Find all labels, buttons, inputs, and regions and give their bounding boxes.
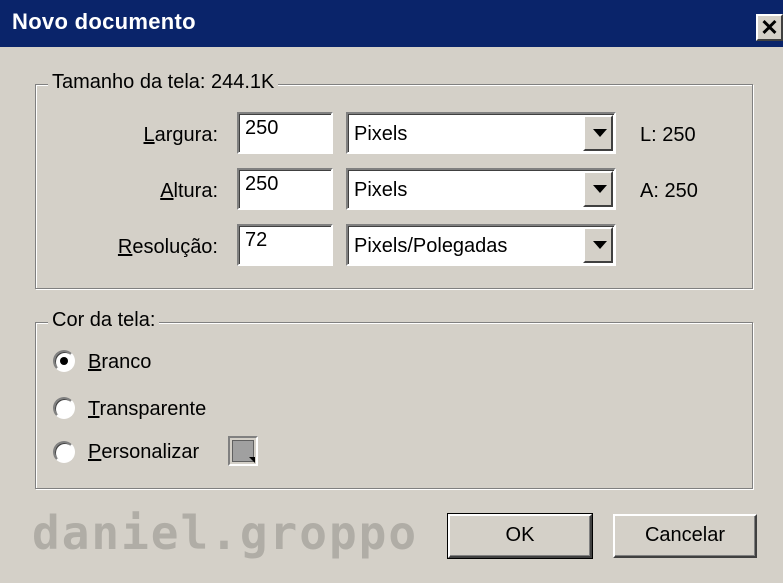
close-button[interactable]: ✕ [756,14,783,41]
ok-button[interactable]: OK [447,513,593,559]
title-bar: Novo documento ✕ [0,0,783,47]
radio-custom[interactable] [53,441,75,463]
height-input[interactable]: 250 [237,168,333,210]
resolution-label: Resolução: [117,236,218,258]
chevron-down-icon [593,185,607,193]
width-unit-value: Pixels [354,123,408,145]
color-swatch-button[interactable] [228,436,258,466]
width-info: L: 250 [640,124,696,146]
radio-white-label[interactable]: Branco [88,351,151,374]
width-label: Largura: [143,124,219,146]
chevron-down-icon [593,241,607,249]
radio-transparent-label[interactable]: Transparente [88,398,206,421]
watermark: daniel.groppo [32,506,419,560]
canvas-color-label: Cor da tela: [48,309,160,332]
height-unit-value: Pixels [354,179,408,201]
canvas-size-label: Tamanho da tela: 244.1K [48,71,279,94]
width-input[interactable]: 250 [237,112,333,154]
resolution-input[interactable]: 72 [237,224,333,266]
close-icon: ✕ [760,14,779,40]
cancel-button[interactable]: Cancelar [613,514,757,558]
radio-custom-label[interactable]: Personalizar [88,441,199,464]
resolution-unit-select[interactable]: Pixels/Polegadas [346,224,616,266]
width-unit-dropdown-button[interactable] [583,115,613,151]
radio-transparent[interactable] [53,397,75,419]
height-unit-select[interactable]: Pixels [346,168,616,210]
swatch-arrow-icon [249,457,255,463]
resolution-unit-dropdown-button[interactable] [583,227,613,263]
width-unit-select[interactable]: Pixels [346,112,616,154]
radio-selected-dot [60,357,68,365]
height-unit-dropdown-button[interactable] [583,171,613,207]
resolution-unit-value: Pixels/Polegadas [354,235,508,257]
height-info: A: 250 [640,180,698,202]
height-label: Altura: [160,180,218,202]
window-title: Novo documento [12,9,196,34]
radio-white[interactable] [53,350,75,372]
chevron-down-icon [593,129,607,137]
